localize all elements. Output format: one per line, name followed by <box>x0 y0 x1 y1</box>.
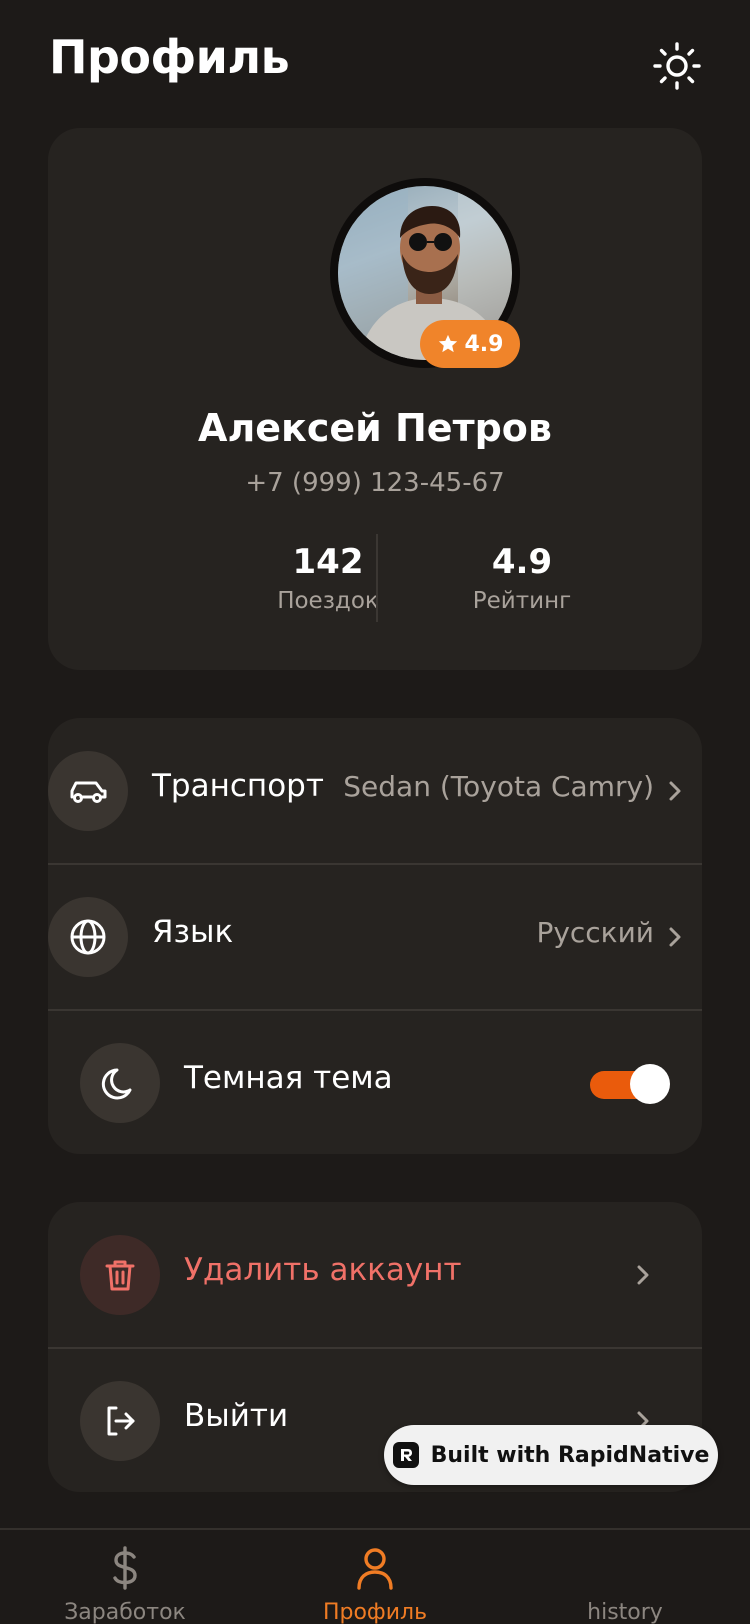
tab-earnings[interactable]: Заработок <box>0 1530 250 1624</box>
language-icon-wrap <box>48 897 128 977</box>
trash-icon <box>105 1260 135 1291</box>
delete-account-label: Удалить аккаунт <box>184 1252 462 1288</box>
logout-label: Выйти <box>184 1398 289 1434</box>
dark-theme-row: Темная тема <box>48 1010 702 1156</box>
language-label: Язык <box>152 914 234 950</box>
language-value: Русский <box>536 916 654 949</box>
vehicle-value: Sedan (Toyota Camry) <box>343 770 654 803</box>
vehicle-row[interactable]: Транспорт Sedan (Toyota Camry) <box>48 718 702 864</box>
dark-theme-label: Темная тема <box>184 1060 393 1096</box>
stat-trips-label: Поездок <box>277 588 379 614</box>
rating-badge: 4.9 <box>420 320 520 368</box>
dollar-icon <box>113 1546 137 1590</box>
tab-history-label: history <box>587 1600 663 1624</box>
stat-rating-value: 4.9 <box>491 542 553 582</box>
tab-profile-label: Профиль <box>322 1600 428 1624</box>
moon-icon <box>101 1068 132 1100</box>
tab-history[interactable]: history <box>500 1530 750 1624</box>
delete-account-row[interactable]: Удалить аккаунт <box>48 1202 702 1348</box>
stat-rating: 4.9 Рейтинг <box>422 542 622 614</box>
vehicle-icon-wrap <box>48 751 128 831</box>
rating-badge-value: 4.9 <box>464 331 504 357</box>
stat-rating-label: Рейтинг <box>472 588 572 614</box>
tab-profile[interactable]: Профиль <box>250 1530 500 1624</box>
toggle-knob <box>630 1064 670 1104</box>
chevron-right-icon <box>669 927 681 947</box>
logout-icon-wrap <box>80 1381 160 1461</box>
vehicle-label: Транспорт <box>152 768 324 804</box>
stat-trips-value: 142 <box>292 542 364 582</box>
tab-bar: Заработок Профиль history <box>0 1528 750 1624</box>
logout-icon <box>107 1406 135 1436</box>
tab-earnings-label: Заработок <box>64 1600 186 1624</box>
delete-icon-wrap <box>80 1235 160 1315</box>
car-icon <box>70 781 107 803</box>
sun-icon <box>653 42 701 90</box>
theme-toggle-button[interactable] <box>651 40 703 92</box>
chevron-right-icon <box>637 1265 649 1285</box>
built-with-badge[interactable]: Built with RapidNative <box>384 1425 718 1485</box>
user-name: Алексей Петров <box>198 406 552 450</box>
user-phone: +7 (999) 123-45-67 <box>245 468 505 498</box>
user-icon <box>357 1548 393 1590</box>
rapidnative-logo-icon <box>392 1442 419 1468</box>
stat-trips: 142 Поездок <box>228 542 428 614</box>
language-row[interactable]: Язык Русский <box>48 864 702 1010</box>
dark-theme-toggle[interactable] <box>590 1064 670 1104</box>
dark-theme-icon-wrap <box>80 1043 160 1123</box>
page-title: Профиль <box>49 30 290 84</box>
profile-screen: Профиль 4.9 Алексей Петров +7 (999) 123-… <box>0 0 750 1624</box>
profile-card: 4.9 Алексей Петров +7 (999) 123-45-67 14… <box>48 128 702 670</box>
globe-icon <box>70 919 106 955</box>
built-with-label: Built with RapidNative <box>430 1442 710 1468</box>
stat-divider <box>376 534 378 622</box>
chevron-right-icon <box>669 781 681 801</box>
star-icon <box>438 334 457 353</box>
settings-card: Транспорт Sedan (Toyota Camry) Язык Русс… <box>48 718 702 1154</box>
